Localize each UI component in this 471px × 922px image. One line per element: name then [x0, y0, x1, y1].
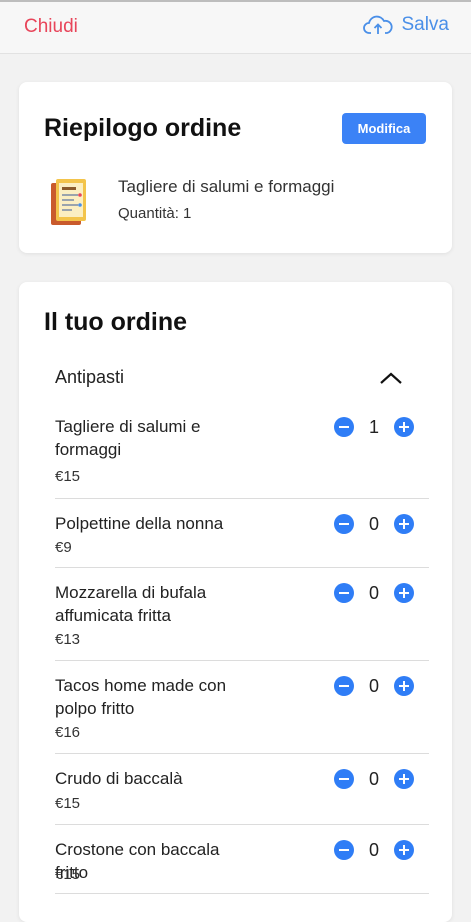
item-price: €15 — [55, 795, 81, 812]
top-bar: Chiudi Salva — [0, 0, 471, 54]
quantity-stepper: 0 — [334, 840, 414, 862]
item-name: Crostone con baccala fritto — [55, 840, 220, 882]
minus-circle-icon[interactable] — [334, 417, 354, 437]
list-item: Tacos home made con polpo fritto €16 0 — [55, 661, 429, 754]
summary-quantity: Quantità: 1 — [118, 205, 192, 222]
quantity-value: 0 — [368, 514, 379, 534]
quantity-stepper: 0 — [334, 514, 414, 536]
plus-circle-icon[interactable] — [394, 583, 414, 603]
quantity-value: 0 — [368, 676, 379, 696]
quantity-value: 0 — [368, 769, 379, 789]
minus-circle-icon[interactable] — [334, 514, 354, 534]
quantity-value: 0 — [368, 840, 379, 860]
list-item: Crostone con baccala fritto €15 0 — [55, 825, 429, 894]
minus-circle-icon[interactable] — [334, 676, 354, 696]
list-item: Polpettine della nonna €9 0 — [55, 499, 429, 568]
quantity-stepper: 0 — [334, 583, 414, 605]
item-price: €15 — [55, 866, 81, 883]
item-price: €15 — [55, 468, 81, 485]
minus-circle-icon[interactable] — [334, 769, 354, 789]
quantity-stepper: 1 — [334, 417, 414, 439]
edit-button[interactable]: Modifica — [342, 113, 426, 144]
quantity-stepper: 0 — [334, 769, 414, 791]
plus-circle-icon[interactable] — [394, 769, 414, 789]
item-list: Tagliere di salumi e formaggi €15 1 Polpett… — [55, 402, 429, 894]
item-name: Tagliere di salumi e formaggi — [55, 417, 201, 459]
cloud-upload-icon — [363, 14, 394, 36]
close-button[interactable]: Chiudi — [24, 16, 78, 38]
minus-circle-icon[interactable] — [334, 840, 354, 860]
quantity-value: 0 — [368, 583, 379, 603]
item-price: €9 — [55, 539, 72, 556]
quantity-value: 1 — [368, 417, 379, 437]
order-title: Il tuo ordine — [44, 308, 188, 336]
menu-board-icon — [49, 177, 89, 232]
plus-circle-icon[interactable] — [394, 840, 414, 860]
list-item: Crudo di baccalà €15 0 — [55, 754, 429, 825]
list-item: Tagliere di salumi e formaggi €15 1 — [55, 402, 429, 499]
summary-title: Riepilogo ordine — [44, 114, 242, 142]
chevron-up-icon — [379, 371, 403, 390]
item-name: Mozzarella di bufala affumicata fritta — [55, 583, 207, 625]
section-label: Antipasti — [55, 367, 125, 387]
item-price: €13 — [55, 631, 81, 648]
plus-circle-icon[interactable] — [394, 514, 414, 534]
plus-circle-icon[interactable] — [394, 417, 414, 437]
minus-circle-icon[interactable] — [334, 583, 354, 603]
plus-circle-icon[interactable] — [394, 676, 414, 696]
item-name: Tacos home made con polpo fritto — [55, 676, 227, 718]
order-summary-card: Riepilogo ordine Modifica Tagliere di sa… — [19, 82, 452, 253]
section-antipasti[interactable]: Antipasti — [55, 367, 415, 393]
save-button[interactable]: Salva — [363, 14, 449, 36]
save-label: Salva — [401, 14, 449, 35]
item-name: Crudo di baccalà — [55, 769, 183, 788]
list-item: Mozzarella di bufala affumicata fritta €1… — [55, 568, 429, 661]
summary-item-name: Tagliere di salumi e formaggi — [118, 177, 335, 196]
item-price: €16 — [55, 724, 81, 741]
your-order-card: Il tuo ordine Antipasti Tagliere di salu… — [19, 282, 452, 922]
item-name: Polpettine della nonna — [55, 514, 224, 533]
quantity-stepper: 0 — [334, 676, 414, 698]
